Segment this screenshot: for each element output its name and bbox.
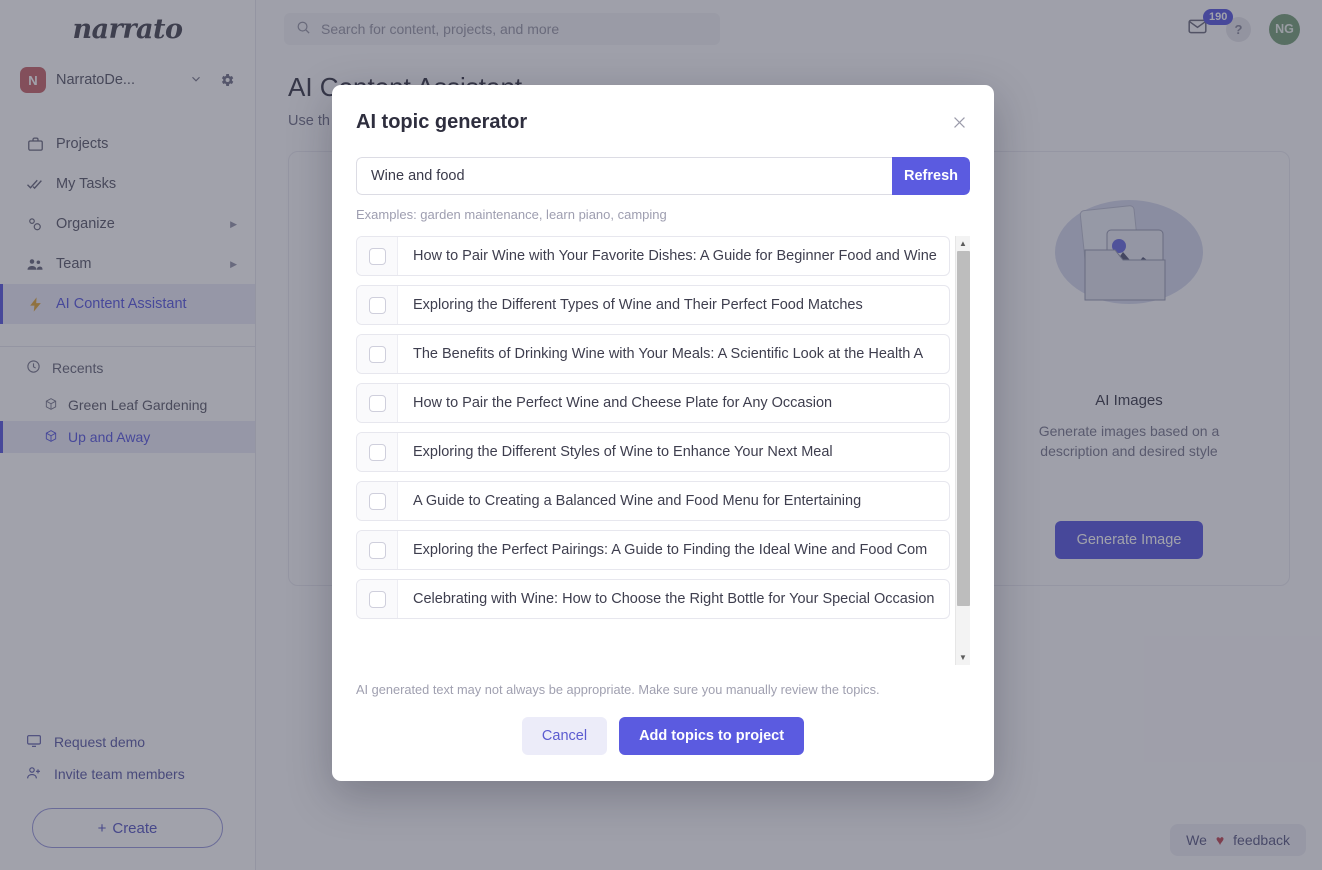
list-item[interactable]: Exploring the Different Styles of Wine t… [356, 432, 950, 472]
topic-checkbox[interactable] [368, 296, 386, 314]
topic-label: The Benefits of Drinking Wine with Your … [413, 346, 924, 362]
dialog-title: AI topic generator [356, 111, 528, 133]
topic-label: How to Pair the Perfect Wine and Cheese … [413, 395, 833, 411]
topic-input[interactable] [356, 157, 892, 195]
checkbox-cell[interactable] [357, 384, 398, 422]
list-item[interactable]: How to Pair Wine with Your Favorite Dish… [356, 236, 950, 276]
examples-hint: Examples: garden maintenance, learn pian… [356, 207, 667, 222]
topic-label: Exploring the Perfect Pairings: A Guide … [413, 542, 928, 558]
list-item[interactable]: Exploring the Perfect Pairings: A Guide … [356, 530, 950, 570]
checkbox-cell[interactable] [357, 335, 398, 373]
topic-checkbox[interactable] [368, 443, 386, 461]
checkbox-cell[interactable] [357, 286, 398, 324]
topic-label: A Guide to Creating a Balanced Wine and … [413, 493, 862, 509]
checkbox-cell[interactable] [357, 580, 398, 618]
topic-label: Exploring the Different Styles of Wine t… [413, 444, 833, 460]
scrollbar-thumb[interactable] [956, 251, 970, 607]
checkbox-cell[interactable] [357, 531, 398, 569]
topic-label: Celebrating with Wine: How to Choose the… [413, 591, 935, 607]
topic-label: Exploring the Different Types of Wine an… [413, 297, 863, 313]
checkbox-cell[interactable] [357, 237, 398, 275]
scrollbar-track[interactable] [956, 251, 971, 650]
scroll-down-arrow-icon[interactable]: ▼ [956, 650, 971, 665]
list-item[interactable]: Exploring the Different Types of Wine an… [356, 285, 950, 325]
scroll-up-arrow-icon[interactable]: ▲ [956, 236, 971, 251]
topic-prompt-row: Refresh [356, 157, 970, 195]
dialog-actions: Cancel Add topics to project [356, 697, 970, 781]
topic-label: How to Pair Wine with Your Favorite Dish… [413, 248, 937, 264]
topic-checkbox[interactable] [368, 345, 386, 363]
add-topics-to-project-button[interactable]: Add topics to project [619, 717, 805, 755]
ai-topic-generator-dialog: AI topic generator Refresh Examples: gar… [332, 85, 994, 781]
topic-checkbox[interactable] [368, 541, 386, 559]
list-item[interactable]: The Benefits of Drinking Wine with Your … [356, 334, 950, 374]
topics-list-container: How to Pair Wine with Your Favorite Dish… [356, 236, 970, 665]
topic-checkbox[interactable] [368, 590, 386, 608]
cancel-button[interactable]: Cancel [521, 717, 608, 755]
list-item[interactable]: A Guide to Creating a Balanced Wine and … [356, 481, 950, 521]
close-icon[interactable] [946, 109, 972, 135]
topic-checkbox[interactable] [368, 247, 386, 265]
dialog-header: AI topic generator [356, 85, 970, 135]
topics-list: How to Pair Wine with Your Favorite Dish… [356, 236, 950, 665]
topic-checkbox[interactable] [368, 394, 386, 412]
refresh-button[interactable]: Refresh [892, 157, 970, 195]
checkbox-cell[interactable] [357, 482, 398, 520]
list-item[interactable]: Celebrating with Wine: How to Choose the… [356, 579, 950, 619]
topics-scrollbar[interactable]: ▲ ▼ [955, 236, 970, 665]
checkbox-cell[interactable] [357, 433, 398, 471]
app-root: narrato N NarratoDe... Projects My Tasks… [0, 0, 1322, 870]
list-item[interactable]: How to Pair the Perfect Wine and Cheese … [356, 383, 950, 423]
topic-checkbox[interactable] [368, 492, 386, 510]
ai-disclaimer: AI generated text may not always be appr… [356, 682, 880, 697]
